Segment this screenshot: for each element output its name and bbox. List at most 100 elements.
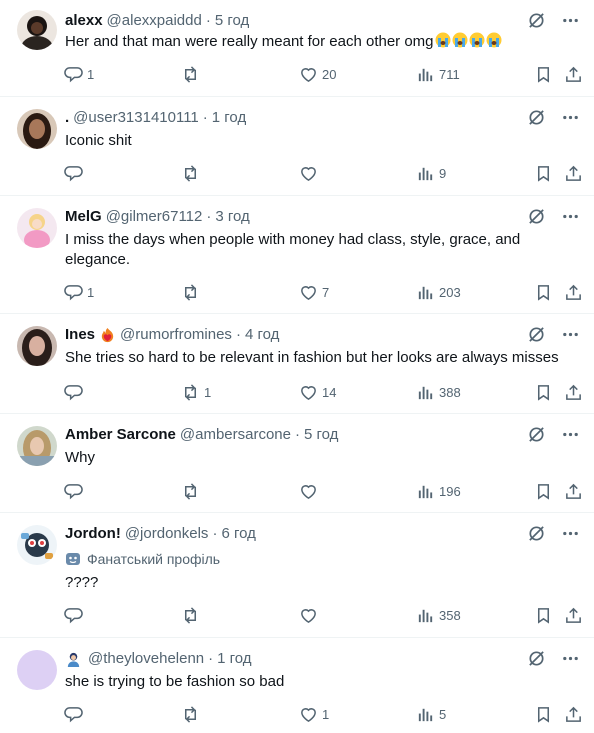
- repost-button[interactable]: [181, 603, 204, 627]
- like-button[interactable]: 20: [299, 62, 336, 86]
- avatar[interactable]: [17, 208, 57, 248]
- avatar[interactable]: [17, 10, 57, 50]
- action-bar: 1 14 388: [0, 380, 594, 404]
- timestamp[interactable]: 6 год: [221, 524, 255, 544]
- reply-text: I miss the days when people with money h…: [65, 231, 521, 268]
- like-button[interactable]: [299, 479, 322, 503]
- timestamp[interactable]: 1 год: [212, 108, 246, 128]
- reply-item[interactable]: Amber Sarcone @ambersarcone · 5 год Why …: [0, 414, 594, 513]
- avatar[interactable]: [17, 326, 57, 366]
- reply-item[interactable]: Ines @rumorfromines · 4 год She tries so…: [0, 314, 594, 414]
- handle[interactable]: @jordonkels: [125, 524, 209, 544]
- fan-account-label: Фанатський профіль: [65, 550, 220, 568]
- avatar[interactable]: [17, 525, 57, 565]
- views-button[interactable]: 203: [416, 280, 461, 304]
- views-button[interactable]: 358: [416, 603, 461, 627]
- timestamp[interactable]: 5 год: [215, 11, 249, 31]
- reply-button[interactable]: [64, 161, 87, 185]
- share-button[interactable]: [564, 702, 583, 726]
- repost-button[interactable]: [181, 702, 204, 726]
- views-button[interactable]: 388: [416, 380, 461, 404]
- more-dots-icon[interactable]: [561, 11, 580, 30]
- timestamp[interactable]: 5 год: [304, 425, 338, 445]
- grok-slash-icon[interactable]: [527, 108, 546, 127]
- reply-button[interactable]: 1: [64, 62, 94, 86]
- grok-slash-icon[interactable]: [527, 425, 546, 444]
- bookmark-button[interactable]: [534, 603, 553, 627]
- reply-item[interactable]: alexx @alexxpaiddd · 5 год Her and that …: [0, 0, 594, 97]
- views-button[interactable]: 5: [416, 702, 446, 726]
- reply-button[interactable]: [64, 603, 87, 627]
- repost-button[interactable]: [181, 479, 204, 503]
- more-dots-icon[interactable]: [561, 207, 580, 226]
- reply-button[interactable]: [64, 702, 87, 726]
- grok-slash-icon[interactable]: [527, 11, 546, 30]
- bookmark-button[interactable]: [534, 62, 553, 86]
- share-button[interactable]: [564, 280, 583, 304]
- display-name[interactable]: Jordon!: [65, 524, 121, 544]
- repost-button[interactable]: [181, 161, 204, 185]
- repost-button[interactable]: 1: [181, 380, 211, 404]
- views-button[interactable]: 9: [416, 161, 446, 185]
- avatar[interactable]: [17, 650, 57, 690]
- like-button[interactable]: 7: [299, 280, 329, 304]
- timestamp[interactable]: 4 год: [245, 325, 279, 345]
- bookmark-button[interactable]: [534, 161, 553, 185]
- reply-item[interactable]: MelG @gilmer67112 · 3 год I miss the day…: [0, 196, 594, 314]
- reply-button[interactable]: [64, 479, 87, 503]
- reply-button[interactable]: 1: [64, 280, 94, 304]
- view-count: 388: [439, 384, 461, 400]
- more-dots-icon[interactable]: [561, 649, 580, 668]
- bookmark-icon: [534, 283, 553, 302]
- display-name[interactable]: .: [65, 108, 69, 128]
- handle[interactable]: @rumorfromines: [120, 325, 232, 345]
- views-button[interactable]: 711: [416, 62, 460, 86]
- grok-slash-icon[interactable]: [527, 207, 546, 226]
- handle[interactable]: @gilmer67112: [106, 207, 203, 227]
- reply-button[interactable]: [64, 380, 87, 404]
- reply-item[interactable]: @theylovehelenn · 1 год she is trying to…: [0, 638, 594, 733]
- like-button[interactable]: [299, 603, 322, 627]
- handle[interactable]: @theylovehelenn: [88, 649, 204, 669]
- bookmark-icon: [534, 164, 553, 183]
- display-name[interactable]: MelG: [65, 207, 102, 227]
- like-button[interactable]: 14: [299, 380, 336, 404]
- grok-slash-icon[interactable]: [527, 524, 546, 543]
- display-name[interactable]: Amber Sarcone: [65, 425, 176, 445]
- share-button[interactable]: [564, 479, 583, 503]
- avatar[interactable]: [17, 426, 57, 466]
- like-button[interactable]: 1: [299, 702, 329, 726]
- reply-bubble-icon: [64, 65, 83, 84]
- avatar[interactable]: [17, 109, 57, 149]
- reply-text: she is trying to be fashion so bad: [65, 673, 285, 690]
- bookmark-button[interactable]: [534, 479, 553, 503]
- bookmark-button[interactable]: [534, 380, 553, 404]
- views-bars-icon: [416, 164, 435, 183]
- share-button[interactable]: [564, 603, 583, 627]
- bookmark-button[interactable]: [534, 280, 553, 304]
- views-button[interactable]: 196: [416, 479, 461, 503]
- share-button[interactable]: [564, 161, 583, 185]
- repost-button[interactable]: [181, 62, 204, 86]
- grok-slash-icon[interactable]: [527, 649, 546, 668]
- share-button[interactable]: [564, 62, 583, 86]
- like-button[interactable]: [299, 161, 322, 185]
- display-name[interactable]: Ines: [65, 325, 95, 345]
- reply-header: alexx @alexxpaiddd · 5 год: [65, 11, 524, 31]
- timestamp[interactable]: 1 год: [217, 649, 251, 669]
- more-dots-icon[interactable]: [561, 108, 580, 127]
- repost-button[interactable]: [181, 280, 204, 304]
- display-name[interactable]: alexx: [65, 11, 103, 31]
- more-dots-icon[interactable]: [561, 325, 580, 344]
- reply-item[interactable]: . @user3131410111 · 1 год Iconic shit 9: [0, 97, 594, 196]
- handle[interactable]: @user3131410111: [73, 108, 199, 128]
- bookmark-button[interactable]: [534, 702, 553, 726]
- handle[interactable]: @alexxpaiddd: [107, 11, 202, 31]
- grok-slash-icon[interactable]: [527, 325, 546, 344]
- timestamp[interactable]: 3 год: [215, 207, 249, 227]
- more-dots-icon[interactable]: [561, 524, 580, 543]
- reply-item[interactable]: Jordon! @jordonkels · 6 год Фанатський п…: [0, 513, 594, 638]
- handle[interactable]: @ambersarcone: [180, 425, 291, 445]
- share-button[interactable]: [564, 380, 583, 404]
- more-dots-icon[interactable]: [561, 425, 580, 444]
